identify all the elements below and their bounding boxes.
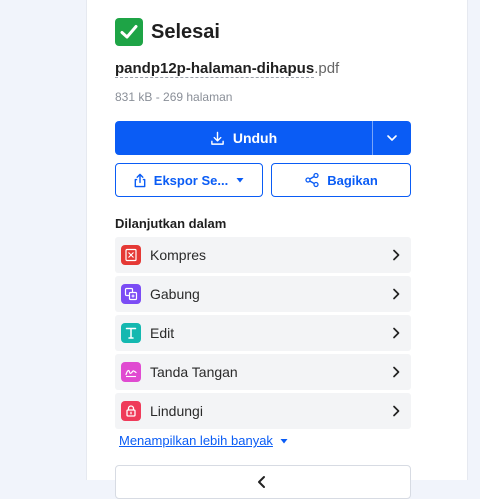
edit-icon <box>121 323 141 343</box>
compress-icon <box>121 245 141 265</box>
caret-down-icon <box>236 178 244 183</box>
chevron-down-icon <box>387 135 397 141</box>
chevron-right-icon <box>393 405 400 417</box>
check-icon <box>115 18 143 46</box>
tool-label: Lindungi <box>150 403 203 419</box>
export-button[interactable]: Ekspor Se... <box>115 163 263 197</box>
caret-down-icon <box>280 438 288 443</box>
lock-icon <box>121 401 141 421</box>
show-more-link[interactable]: Menampilkan lebih banyak <box>119 433 289 448</box>
file-meta: 831 kB - 269 halaman <box>115 90 233 104</box>
sign-icon <box>121 362 141 382</box>
show-more-label: Menampilkan lebih banyak <box>119 433 273 448</box>
chevron-right-icon <box>393 366 400 378</box>
merge-icon <box>121 284 141 304</box>
tool-item-lindungi[interactable]: Lindungi <box>115 393 411 429</box>
status-title: Selesai <box>151 20 220 43</box>
export-label: Ekspor Se... <box>153 172 229 188</box>
tool-item-tanda-tangan[interactable]: Tanda Tangan <box>115 354 411 390</box>
status-row: Selesai <box>115 18 220 46</box>
download-label: Unduh <box>232 130 278 146</box>
secondary-actions: Ekspor Se... Bagikan <box>115 163 411 197</box>
tool-label: Edit <box>150 325 175 341</box>
bottom-action-button[interactable] <box>115 465 411 499</box>
tool-label: Tanda Tangan <box>150 364 238 380</box>
tool-item-edit[interactable]: Edit <box>115 315 411 351</box>
file-name-row: pandp12p-halaman-dihapus.pdf <box>115 60 340 78</box>
result-panel: Selesai pandp12p-halaman-dihapus.pdf 831… <box>86 0 468 499</box>
continue-section-title: Dilanjutkan dalam <box>115 216 227 231</box>
download-options-toggle[interactable] <box>372 121 411 155</box>
tool-item-kompres[interactable]: Kompres <box>115 237 411 273</box>
file-name[interactable]: pandp12p-halaman-dihapus <box>115 60 315 78</box>
tool-item-gabung[interactable]: Gabung <box>115 276 411 312</box>
back-arrow-icon <box>258 476 265 488</box>
share-icon <box>305 172 319 188</box>
share-button[interactable]: Bagikan <box>271 163 411 197</box>
tool-label: Kompres <box>150 247 207 263</box>
download-icon <box>211 131 224 145</box>
chevron-right-icon <box>393 288 400 300</box>
tool-label: Gabung <box>150 286 200 302</box>
download-button[interactable]: Unduh <box>115 121 372 155</box>
file-extension: .pdf <box>314 60 340 77</box>
export-icon <box>134 173 146 187</box>
continue-tool-list: Kompres Gabung Edit Tanda Tangan Lindung… <box>115 237 411 429</box>
download-button-group: Unduh <box>115 121 411 155</box>
chevron-right-icon <box>393 249 400 261</box>
chevron-right-icon <box>393 327 400 339</box>
share-label: Bagikan <box>327 172 378 188</box>
